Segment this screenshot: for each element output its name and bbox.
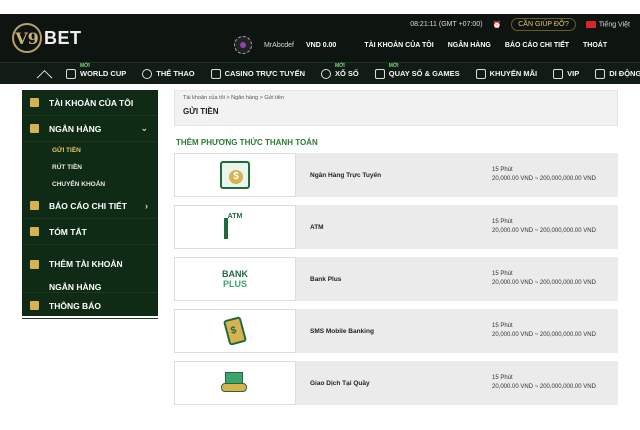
method-range: 20,000.00 VND ~ 200,000,000.00 VND bbox=[492, 176, 596, 182]
sms-banking-icon bbox=[222, 316, 248, 346]
logo-text: BET bbox=[44, 27, 82, 48]
method-range: 20,000.00 VND ~ 200,000,000.00 VND bbox=[492, 280, 596, 286]
trophy-icon bbox=[66, 68, 76, 79]
method-name: Bank Plus bbox=[310, 275, 342, 283]
mail-icon bbox=[30, 301, 39, 310]
slot-machine-icon bbox=[374, 68, 385, 79]
nav-world-cup[interactable]: MỚI WORLD CUP bbox=[66, 63, 126, 79]
sidebar-item-report[interactable]: BÁO CÁO CHI TIẾT › bbox=[22, 193, 158, 219]
summary-icon bbox=[30, 227, 39, 236]
nav-mobile[interactable]: DI ĐỘNG bbox=[595, 68, 640, 79]
logo-mark: V9 bbox=[12, 23, 42, 53]
mobile-icon bbox=[595, 68, 606, 79]
deposit-panel: Tài khoản của tôi > Ngân hàng > Gửi tiền… bbox=[174, 90, 618, 430]
report-icon bbox=[30, 201, 39, 210]
gift-icon bbox=[475, 68, 486, 79]
nav-sports[interactable]: THỂ THAO bbox=[142, 68, 195, 79]
method-time: 15 Phút bbox=[492, 219, 513, 225]
user-menu: TÀI KHOẢN CỦA TÔI NGÂN HÀNG BÁO CÁO CHI … bbox=[364, 42, 607, 49]
payment-method-counter[interactable]: Giao Dịch Tại Quầy 15 Phút 20,000.00 VND … bbox=[174, 361, 618, 405]
section-title: THÊM PHƯƠNG THỨC THANH TOÁN bbox=[176, 138, 318, 147]
sidebar-sub-deposit[interactable]: GỬI TIỀN bbox=[22, 142, 158, 159]
user-bar: MrAbcdef VND 0.00 TÀI KHOẢN CỦA TÔI NGÂN… bbox=[234, 36, 607, 54]
language-selector[interactable]: Tiếng Việt bbox=[585, 20, 630, 28]
nav-slots-games[interactable]: MỚI QUAY SỐ & GAMES bbox=[374, 63, 460, 79]
method-range: 20,000.00 VND ~ 200,000,000.00 VND bbox=[492, 332, 596, 338]
avatar[interactable] bbox=[234, 36, 252, 54]
cards-icon bbox=[210, 68, 221, 79]
top-utility-bar: 08:21:11 (GMT +07:00) ⏰ CẦN GIÚP ĐỠ? Tiế… bbox=[410, 18, 630, 31]
breadcrumb[interactable]: Tài khoản của tôi > Ngân hàng > Gửi tiền bbox=[183, 95, 609, 101]
atm-icon: ATM bbox=[224, 213, 246, 241]
account-sidebar: TÀI KHOẢN CỦA TÔI NGÂN HÀNG ⌄ GỬI TIỀN RÚ… bbox=[22, 90, 158, 319]
nav-live-casino[interactable]: CASINO TRỰC TUYẾN bbox=[210, 68, 305, 79]
bank-plus-logo: BANK PLUS bbox=[222, 269, 248, 289]
user-menu-logout[interactable]: THOÁT bbox=[583, 42, 607, 49]
method-time: 15 Phút bbox=[492, 375, 513, 381]
username: MrAbcdef bbox=[264, 41, 294, 49]
counter-transaction-icon bbox=[221, 372, 249, 394]
user-icon bbox=[30, 98, 39, 107]
method-range: 20,000.00 VND ~ 200,000,000.00 VND bbox=[492, 384, 596, 390]
sidebar-item-add-bank[interactable]: THÊM TÀI KHOẢN NGÂN HÀNG bbox=[22, 245, 158, 293]
payment-method-online-banking[interactable]: Ngân Hàng Trực Tuyến 15 Phút 20,000.00 VN… bbox=[174, 153, 618, 197]
bank-icon bbox=[30, 124, 39, 133]
crown-icon bbox=[553, 68, 564, 79]
payment-method-atm[interactable]: ATM ATM 15 Phút 20,000.00 VND ~ 200,000,0… bbox=[174, 205, 618, 249]
soccer-ball-icon bbox=[142, 68, 153, 79]
method-name: SMS Mobile Banking bbox=[310, 327, 374, 335]
breadcrumb-box: Tài khoản của tôi > Ngân hàng > Gửi tiền… bbox=[174, 90, 618, 126]
site-logo[interactable]: V9 BET bbox=[12, 20, 82, 56]
method-name: Giao Dịch Tại Quầy bbox=[310, 379, 370, 387]
user-menu-account[interactable]: TÀI KHOẢN CỦA TÔI bbox=[364, 42, 433, 49]
online-banking-icon bbox=[220, 161, 250, 189]
method-time: 15 Phút bbox=[492, 167, 513, 173]
method-name: ATM bbox=[310, 223, 324, 231]
sidebar-item-account[interactable]: TÀI KHOẢN CỦA TÔI bbox=[22, 90, 158, 116]
method-time: 15 Phút bbox=[492, 271, 513, 277]
chevron-down-icon: ⌄ bbox=[140, 123, 148, 133]
clock: 08:21:11 (GMT +07:00) bbox=[410, 21, 483, 28]
nav-vip[interactable]: VIP bbox=[553, 68, 579, 79]
top-header: V9 BET 08:21:11 (GMT +07:00) ⏰ CẦN GIÚP … bbox=[0, 14, 640, 62]
payment-method-bank-plus[interactable]: BANK PLUS Bank Plus 15 Phút 20,000.00 VND … bbox=[174, 257, 618, 301]
nav-home[interactable] bbox=[38, 68, 50, 80]
balance: VND 0.00 bbox=[305, 41, 337, 49]
nav-promotions[interactable]: KHUYẾN MÃI bbox=[475, 68, 537, 79]
method-range: 20,000.00 VND ~ 200,000,000.00 VND bbox=[492, 228, 596, 234]
lottery-ball-icon bbox=[320, 68, 331, 79]
nav-lottery[interactable]: MỚI XỔ SỐ bbox=[320, 63, 359, 79]
payment-method-sms-banking[interactable]: SMS Mobile Banking 15 Phút 20,000.00 VND … bbox=[174, 309, 618, 353]
help-button[interactable]: CẦN GIÚP ĐỠ? bbox=[511, 18, 576, 31]
main-nav: MỚI WORLD CUP THỂ THAO CASINO TRỰC TUYẾN … bbox=[0, 62, 640, 84]
chevron-right-icon: › bbox=[145, 200, 148, 211]
sidebar-sub-withdraw[interactable]: RÚT TIỀN bbox=[22, 159, 158, 176]
method-time: 15 Phút bbox=[492, 323, 513, 329]
user-menu-bank[interactable]: NGÂN HÀNG bbox=[448, 42, 491, 49]
user-menu-report[interactable]: BÁO CÁO CHI TIẾT bbox=[505, 42, 569, 49]
sidebar-item-summary[interactable]: TÓM TẮT bbox=[22, 219, 158, 245]
alarm-icon[interactable]: ⏰ bbox=[493, 21, 502, 29]
sidebar-sub-transfer[interactable]: CHUYỂN KHOẢN bbox=[22, 176, 158, 193]
flag-icon bbox=[585, 20, 596, 28]
home-icon bbox=[38, 68, 50, 80]
page-title: GỬI TIỀN bbox=[183, 107, 219, 116]
add-bank-icon bbox=[30, 260, 39, 269]
method-name: Ngân Hàng Trực Tuyến bbox=[310, 171, 382, 179]
sidebar-item-bank[interactable]: NGÂN HÀNG ⌄ bbox=[22, 116, 158, 142]
sidebar-item-notice[interactable]: THÔNG BÁO bbox=[22, 293, 158, 319]
